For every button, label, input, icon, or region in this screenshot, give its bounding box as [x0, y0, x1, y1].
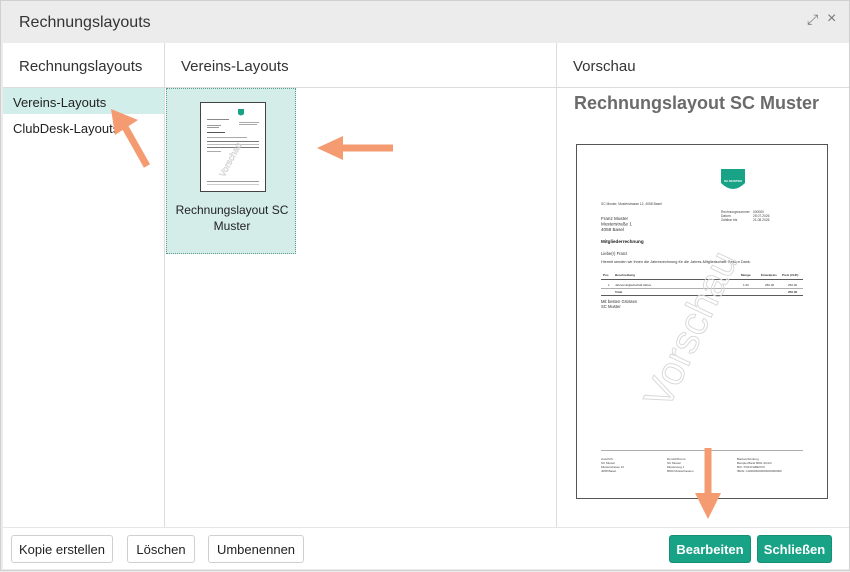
- annotation-arrow-icon: [695, 493, 721, 519]
- rechnungslayouts-dialog: Rechnungslayouts ⤢ × Rechnungslayouts Ve…: [0, 0, 850, 571]
- annotation-overlay: [111, 109, 721, 519]
- annotation-arrow-icon: [317, 136, 343, 160]
- annotation-arrow-shaft: [121, 125, 151, 168]
